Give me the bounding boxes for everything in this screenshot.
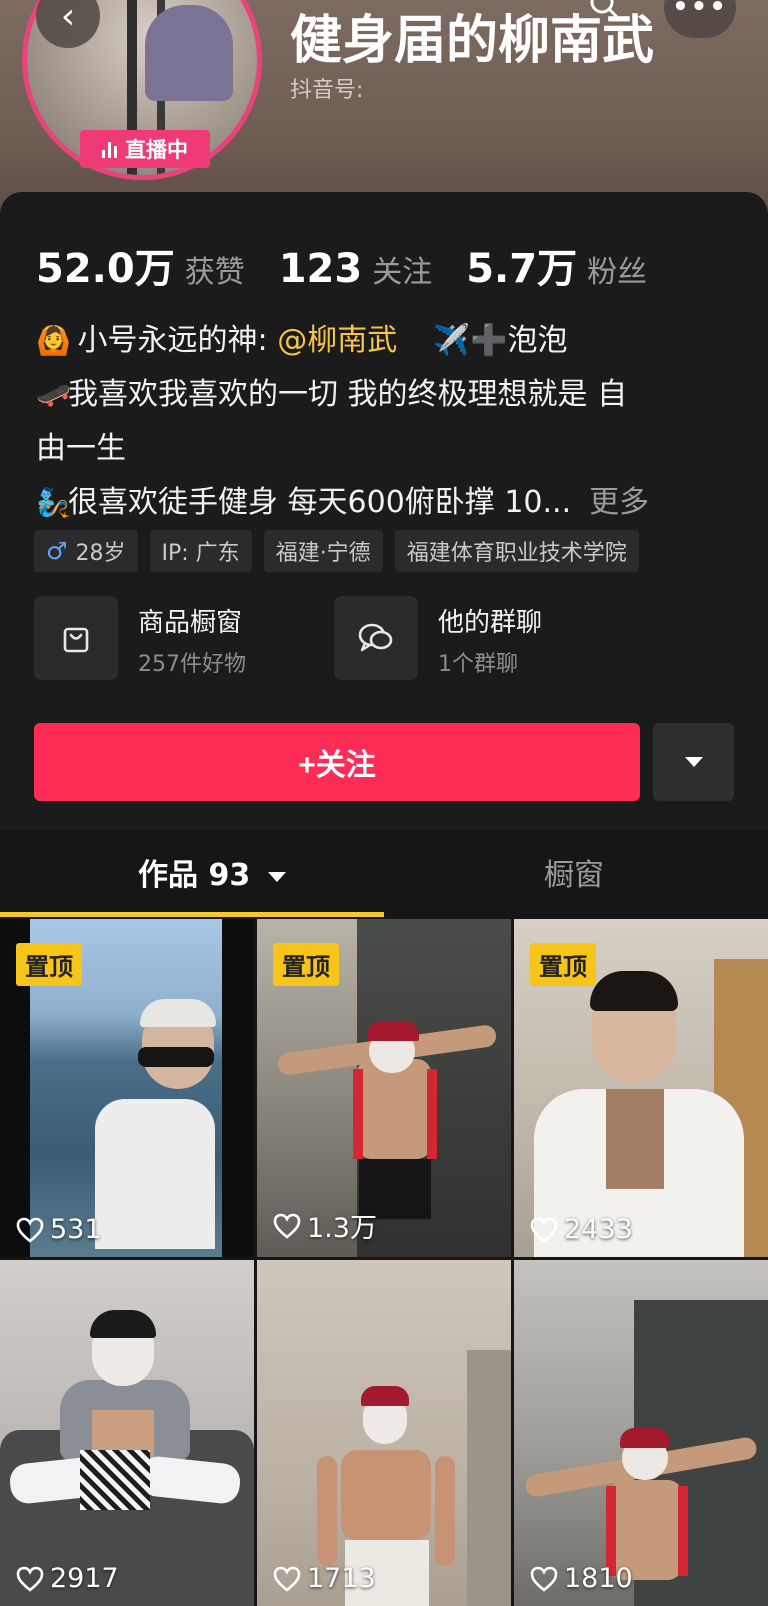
video-thumbnail[interactable]: 置顶 2433 (514, 919, 768, 1257)
shop-window-entry[interactable]: 商品橱窗 257件好物 (34, 596, 314, 682)
bio[interactable]: 🙆 小号永远的神: @柳南武 ✈️➕泡泡 🛹我喜欢我喜欢的一切 我的终极理想就是… (36, 314, 736, 530)
skateboard-emoji-icon: 🛹 (36, 378, 71, 411)
follow-button[interactable]: +关注 (34, 723, 640, 801)
back-icon: ‹ (60, 0, 76, 37)
bio-line: 🛹我喜欢我喜欢的一切 我的终极理想就是 自 (36, 368, 736, 422)
more-dots-icon: ••• (672, 0, 728, 22)
video-likes-count: 1810 (564, 1563, 633, 1594)
video-likes: 1.3万 (273, 1206, 377, 1245)
group-chat-count: 1个群聊 (438, 652, 518, 677)
tag-ip: IP: 广东 (149, 530, 252, 572)
video-likes-count: 2917 (50, 1563, 119, 1594)
bio-text: 由一生 (36, 431, 126, 466)
pinned-badge: 置顶 (16, 943, 82, 986)
video-likes: 1810 (530, 1563, 633, 1594)
group-chat-entry[interactable]: 他的群聊 1个群聊 (334, 596, 634, 682)
video-likes-count: 531 (50, 1214, 102, 1245)
tag-location[interactable]: 福建·宁德 (263, 530, 383, 572)
shop-window-title: 商品橱窗 (138, 608, 243, 638)
tag-age-label: 28岁 (75, 541, 126, 566)
heart-icon (16, 1217, 44, 1243)
video-thumbnail[interactable]: 置顶 1.3万 (257, 919, 511, 1257)
tab-shop-window[interactable]: 橱窗 (544, 850, 604, 894)
caret-down-icon (684, 757, 703, 767)
stat-following[interactable]: 123 关注 (279, 246, 433, 292)
pinned-badge: 置顶 (273, 943, 339, 986)
profile-panel: 52.0万 获赞 123 关注 5.7万 粉丝 🙆 小号永远的神: @柳南武 ✈… (0, 192, 768, 912)
douyin-id[interactable]: 抖音号: (290, 72, 363, 104)
live-badge[interactable]: 直播中 (80, 130, 210, 168)
avatar-figure (145, 5, 233, 101)
video-scene (514, 1260, 768, 1606)
stat-likes-label: 获赞 (184, 255, 245, 290)
shopping-bag-icon (34, 596, 118, 680)
live-badge-label: 直播中 (125, 138, 188, 162)
bio-more-link[interactable]: 更多 (589, 485, 649, 520)
video-grid: 置顶 531 置顶 1.3万 置顶 2433 2917 1713 1810 (0, 919, 768, 1606)
tab-works[interactable]: 作品 93 (138, 850, 287, 894)
genie-emoji-icon: 🧞 (36, 486, 71, 519)
video-likes-count: 2433 (564, 1214, 633, 1245)
heart-icon (273, 1566, 301, 1592)
stat-followers-value: 5.7万 (466, 246, 578, 292)
plane-plus-emoji-icon: ✈️➕ (432, 323, 508, 358)
video-likes: 531 (16, 1214, 102, 1245)
stat-following-label: 关注 (372, 255, 433, 290)
group-chat-title: 他的群聊 (438, 608, 543, 638)
stat-followers[interactable]: 5.7万 粉丝 (466, 236, 647, 294)
caret-down-icon (267, 871, 286, 882)
chat-bubbles-icon (334, 596, 418, 680)
stat-following-value: 123 (278, 246, 363, 292)
tab-works-label: 作品 93 (138, 858, 251, 893)
bio-text: 我喜欢我喜欢的一切 我的终极理想就是 自 (68, 377, 628, 412)
bio-line: 由一生 (36, 422, 736, 476)
bio-text: 小号永远的神: (77, 323, 268, 358)
video-scene (0, 1260, 254, 1606)
profile-tags: ♂ 28岁 IP: 广东 福建·宁德 福建体育职业技术学院 (34, 530, 639, 572)
shop-window-count: 257件好物 (138, 652, 246, 677)
video-likes-count: 1713 (307, 1563, 376, 1594)
tab-indicator (0, 912, 384, 917)
stat-followers-label: 粉丝 (587, 255, 648, 290)
bio-text: 很喜欢徒手健身 每天600俯卧撑 10... (68, 485, 572, 520)
bio-text: 泡泡 (507, 323, 568, 358)
tag-gender-age: ♂ 28岁 (34, 530, 138, 572)
bio-mention-link[interactable]: @柳南武 (277, 323, 397, 358)
profile-entries: 商品橱窗 257件好物 他的群聊 1个群聊 (34, 596, 734, 682)
more-options-button[interactable]: ••• (664, 0, 736, 38)
heart-icon (16, 1566, 44, 1592)
video-likes: 1713 (273, 1563, 376, 1594)
video-scene (257, 1260, 511, 1606)
bio-line: 🧞很喜欢徒手健身 每天600俯卧撑 10... 更多 (36, 476, 736, 530)
profile-nickname: 健身届的柳南武 (290, 11, 655, 71)
recommend-dropdown-button[interactable] (653, 723, 734, 801)
male-icon: ♂ (46, 537, 68, 565)
video-thumbnail[interactable]: 置顶 531 (0, 919, 254, 1257)
bio-line: 🙆 小号永远的神: @柳南武 ✈️➕泡泡 (36, 314, 736, 368)
content-tabs: 作品 93 橱窗 (0, 830, 768, 912)
heart-icon (530, 1566, 558, 1592)
video-thumbnail[interactable]: 1810 (514, 1260, 768, 1606)
live-bars-icon (102, 140, 117, 158)
video-thumbnail[interactable]: 2917 (0, 1260, 254, 1606)
stats-row: 52.0万 获赞 123 关注 5.7万 粉丝 (36, 236, 681, 294)
stat-likes[interactable]: 52.0万 获赞 (36, 236, 245, 294)
video-likes: 2433 (530, 1214, 633, 1245)
video-likes: 2917 (16, 1563, 119, 1594)
gesture-emoji-icon: 🙆 (36, 324, 71, 357)
stat-likes-value: 52.0万 (36, 246, 175, 292)
heart-icon (530, 1217, 558, 1243)
video-likes-count: 1.3万 (307, 1213, 377, 1244)
heart-icon (273, 1213, 301, 1239)
pinned-badge: 置顶 (530, 943, 596, 986)
video-thumbnail[interactable]: 1713 (257, 1260, 511, 1606)
tag-school[interactable]: 福建体育职业技术学院 (394, 530, 639, 572)
